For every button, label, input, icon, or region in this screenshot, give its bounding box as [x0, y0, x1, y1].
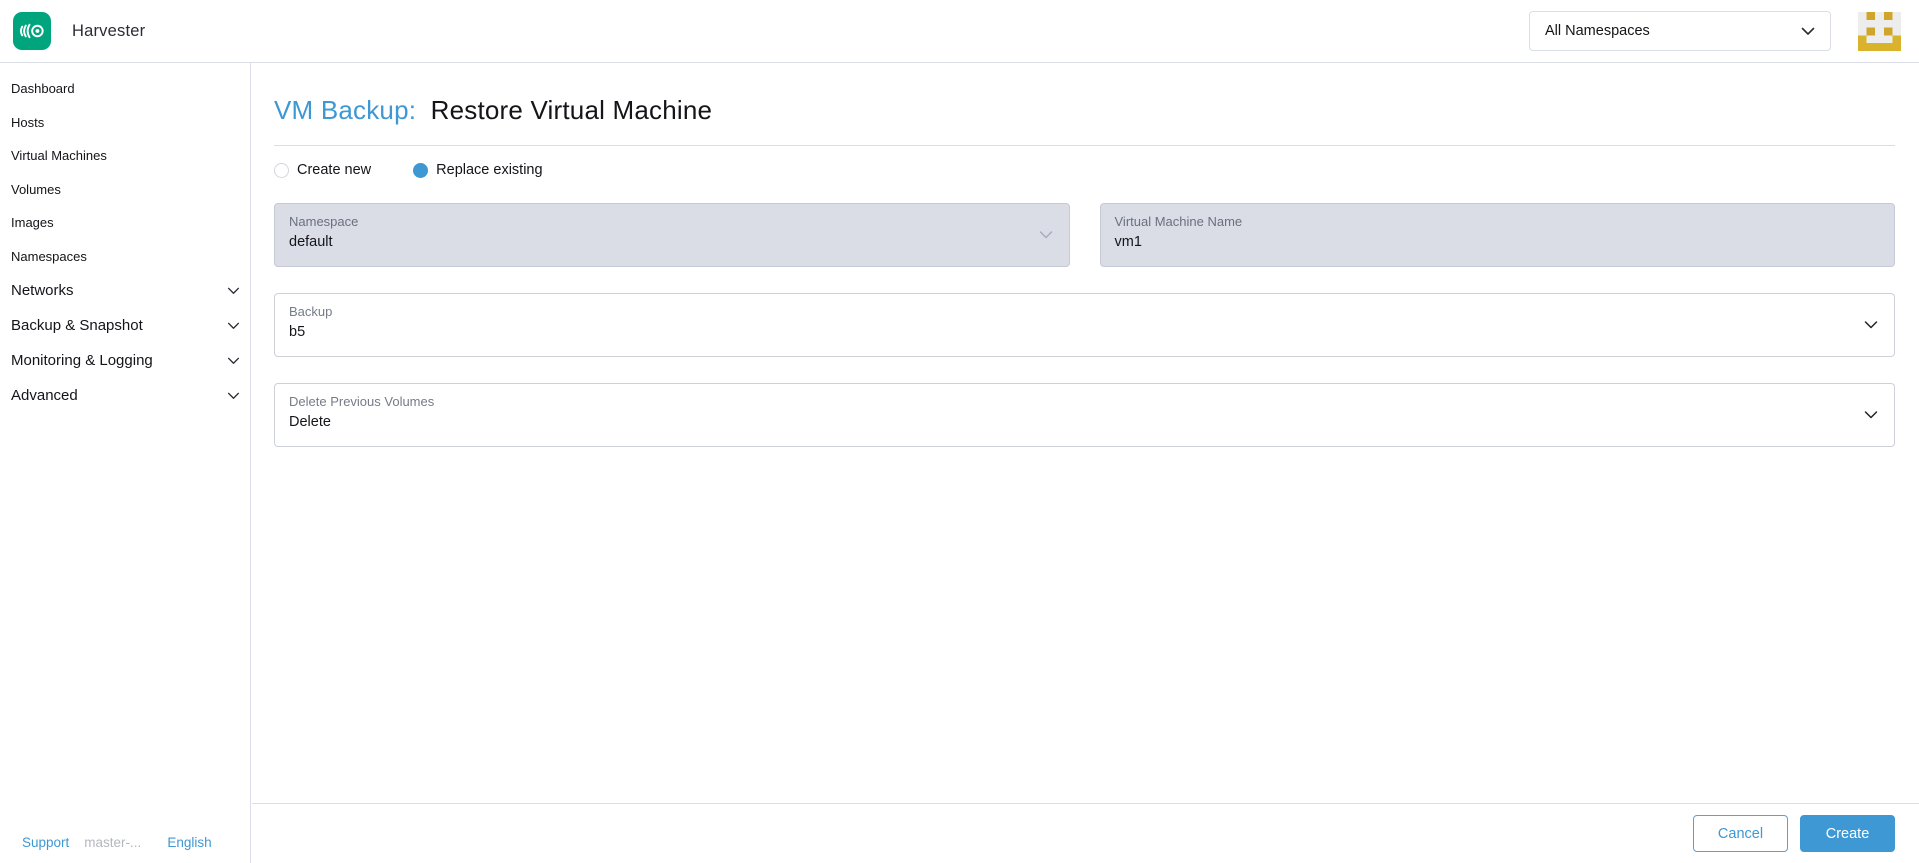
restore-mode-radio-group: Create new Replace existing: [274, 162, 1895, 178]
sidebar-group-label: Monitoring & Logging: [11, 352, 153, 369]
chevron-down-icon: [227, 322, 240, 330]
action-bar: Cancel Create: [252, 803, 1919, 863]
sidebar-group-backup-snapshot[interactable]: Backup & Snapshot: [0, 308, 250, 343]
namespace-filter-select[interactable]: All Namespaces: [1529, 11, 1831, 51]
support-link[interactable]: Support: [22, 835, 69, 850]
virtual-machine-name-field: Virtual Machine Name vm1: [1099, 203, 1895, 267]
sidebar-item-virtual-machines[interactable]: Virtual Machines: [0, 139, 250, 173]
radio-replace-existing[interactable]: Replace existing: [413, 162, 543, 178]
app-name: Harvester: [72, 21, 146, 40]
sidebar-nav: Dashboard Hosts Virtual Machines Volumes…: [0, 63, 251, 863]
page-title-text: Restore Virtual Machine: [430, 95, 713, 125]
namespace-select: Namespace default: [274, 203, 1070, 267]
harvester-logo-icon: [13, 12, 51, 50]
title-divider: [274, 145, 1895, 146]
backup-select[interactable]: Backup b5: [274, 293, 1895, 357]
language-link[interactable]: English: [167, 835, 211, 850]
cancel-button[interactable]: Cancel: [1693, 815, 1788, 852]
page-title-prefix: VM Backup:: [274, 95, 417, 125]
sidebar-group-label: Advanced: [11, 387, 78, 404]
sidebar-item-dashboard[interactable]: Dashboard: [0, 72, 250, 106]
sidebar-group-label: Backup & Snapshot: [11, 317, 143, 334]
create-button[interactable]: Create: [1800, 815, 1895, 852]
radio-label: Create new: [297, 162, 372, 178]
top-header: Harvester All Namespaces: [0, 0, 1919, 63]
sidebar-item-images[interactable]: Images: [0, 206, 250, 240]
field-label: Delete Previous Volumes: [289, 394, 435, 409]
sidebar-group-networks[interactable]: Networks: [0, 273, 250, 308]
chevron-down-icon: [1039, 231, 1053, 240]
sidebar-item-volumes[interactable]: Volumes: [0, 173, 250, 207]
field-value: b5: [289, 324, 306, 340]
sidebar-footer: Support master-... English: [0, 835, 250, 863]
chevron-down-icon: [1864, 321, 1878, 330]
field-label: Virtual Machine Name: [1114, 214, 1243, 229]
field-label: Namespace: [289, 214, 359, 229]
user-avatar[interactable]: [1858, 11, 1901, 51]
field-value: Delete: [289, 414, 331, 430]
version-label: master-...: [84, 835, 142, 850]
sidebar-group-monitoring-logging[interactable]: Monitoring & Logging: [0, 343, 250, 378]
chevron-down-icon: [1864, 411, 1878, 420]
namespace-filter-value: All Namespaces: [1545, 23, 1650, 39]
field-value: default: [289, 234, 333, 250]
sidebar-item-hosts[interactable]: Hosts: [0, 106, 250, 140]
delete-previous-volumes-select[interactable]: Delete Previous Volumes Delete: [274, 383, 1895, 447]
chevron-down-icon: [227, 287, 240, 295]
page-title: VM Backup: Restore Virtual Machine: [274, 95, 1895, 126]
radio-circle-icon: [413, 162, 429, 178]
field-value: vm1: [1114, 234, 1142, 250]
main-content: VM Backup: Restore Virtual Machine Creat…: [252, 63, 1919, 863]
sidebar-group-advanced[interactable]: Advanced: [0, 378, 250, 413]
chevron-down-icon: [227, 357, 240, 365]
chevron-down-icon: [227, 392, 240, 400]
radio-label: Replace existing: [436, 162, 543, 178]
field-label: Backup: [289, 304, 333, 319]
chevron-down-icon: [1801, 27, 1815, 36]
radio-create-new[interactable]: Create new: [274, 162, 371, 178]
radio-circle-icon: [274, 162, 289, 178]
sidebar-item-namespaces[interactable]: Namespaces: [0, 240, 250, 274]
sidebar-group-label: Networks: [11, 282, 74, 299]
